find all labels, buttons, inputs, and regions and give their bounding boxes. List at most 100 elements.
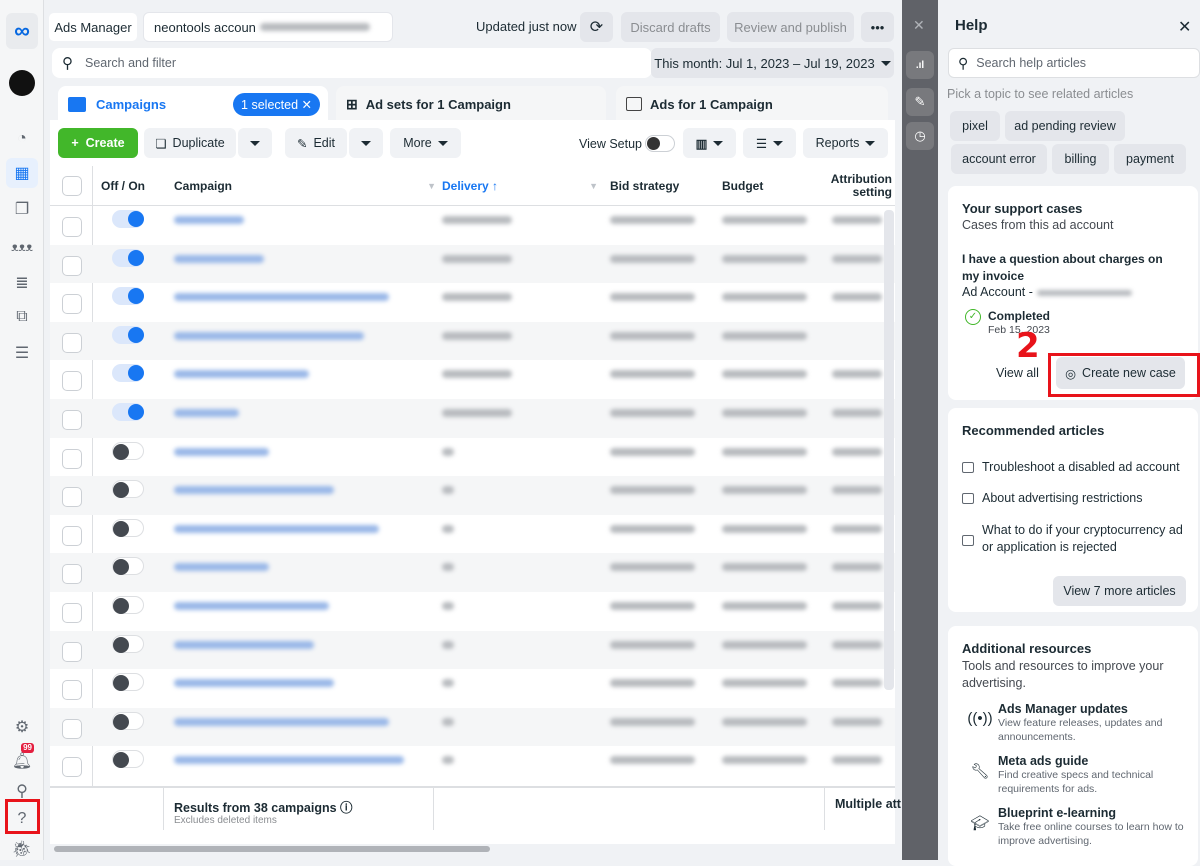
case-title[interactable]: I have a question about charges on my in… [962,251,1182,285]
clear-selection-icon[interactable]: ✕ [302,98,312,112]
more-options-button[interactable]: ••• [861,12,894,42]
duplicate-button[interactable]: ❏ Duplicate [144,128,236,158]
campaign-name-redacted[interactable] [174,216,244,224]
campaign-toggle[interactable] [112,364,144,383]
row-checkbox[interactable] [62,410,82,430]
article-link[interactable]: What to do if your cryptocurrency ad or … [962,522,1194,556]
row-checkbox[interactable] [62,487,82,508]
table-row[interactable] [50,707,895,747]
app-name-button[interactable]: Ads Manager [48,12,138,42]
row-checkbox[interactable] [62,718,82,739]
creative-hub-icon[interactable]: ⧉ [6,302,38,332]
col-off-on[interactable]: Off / On [101,166,145,206]
campaign-name-redacted[interactable] [174,756,404,765]
topic-chip[interactable]: ad pending review [1005,111,1125,141]
campaign-name-redacted[interactable] [174,254,264,263]
tab-campaigns[interactable]: Campaigns 1 selected ✕ [58,86,328,122]
topic-chip[interactable]: account error [951,144,1047,174]
col-attribution[interactable]: Attribution setting [831,166,892,206]
all-tools-menu-icon[interactable]: ☰ [6,338,38,368]
campaign-name-redacted[interactable] [174,640,314,649]
row-checkbox[interactable] [62,680,82,701]
view-all-link[interactable]: View all [996,366,1039,380]
breakdown-button[interactable]: ☰ [743,128,796,158]
table-row[interactable] [50,399,895,438]
campaign-toggle[interactable] [112,711,144,730]
search-filter-bar[interactable]: ⚲ Search and filter [52,48,652,78]
row-checkbox[interactable] [62,371,82,392]
table-row[interactable] [50,553,895,592]
reports-button[interactable]: Reports [803,128,888,158]
campaign-name-redacted[interactable] [174,524,379,533]
close-help-icon[interactable]: ✕ [1178,17,1191,37]
table-row[interactable] [50,438,895,477]
close-panel-icon[interactable]: ✕ [913,17,925,34]
select-all-checkbox[interactable] [62,176,82,196]
col-campaign[interactable]: Campaign ▼ [174,166,436,206]
table-row[interactable] [50,206,895,245]
table-row[interactable] [50,360,895,399]
campaign-toggle[interactable] [112,248,144,267]
campaign-name-redacted[interactable] [174,563,269,572]
table-row[interactable] [50,592,895,631]
selected-badge[interactable]: 1 selected ✕ [233,92,320,116]
col-delivery[interactable]: Delivery ↑ ▼ [442,166,598,206]
campaign-name-redacted[interactable] [174,602,329,610]
campaign-toggle[interactable] [112,480,144,499]
row-checkbox[interactable] [62,525,82,546]
discard-drafts-button[interactable]: Discard drafts [621,12,720,42]
campaign-name-redacted[interactable] [174,717,389,726]
notifications-bell-icon[interactable]: 🔔︎ 99 [6,743,38,776]
campaign-toggle[interactable] [112,634,144,653]
view-more-articles-button[interactable]: View 7 more articles [1053,576,1186,606]
ads-reporting-icon[interactable]: ❐ [6,194,38,224]
row-checkbox[interactable] [62,294,82,315]
table-row[interactable] [50,515,895,554]
overview-gauge-icon[interactable]: ◔ [6,124,38,154]
row-checkbox[interactable] [62,641,82,662]
review-publish-button[interactable]: Review and publish [727,12,854,42]
campaign-name-redacted[interactable] [174,331,364,340]
edit-button[interactable]: ✎ Edit [285,128,347,158]
table-row[interactable] [50,669,895,708]
campaign-toggle[interactable] [112,518,144,537]
topic-chip[interactable]: payment [1114,144,1186,174]
edit-pencil-icon[interactable]: ✎ [906,88,934,116]
audiences-icon[interactable]: ᴥᴥᴥ [6,232,38,262]
account-selector[interactable]: neontools accoun [143,12,393,42]
view-setup-toggle[interactable] [645,135,675,152]
campaign-name-redacted[interactable] [174,486,334,495]
topic-chip[interactable]: billing [1052,144,1109,174]
campaign-toggle[interactable] [112,596,144,614]
table-row[interactable] [50,476,895,515]
table-row[interactable] [50,746,895,785]
table-row[interactable] [50,244,895,284]
campaign-toggle[interactable] [112,673,144,692]
campaign-name-redacted[interactable] [174,447,269,456]
col-bid-strategy[interactable]: Bid strategy [610,166,679,206]
help-search-input[interactable]: ⚲ Search help articles [948,48,1200,78]
tab-adsets[interactable]: ⊞ Ad sets for 1 Campaign [336,86,606,122]
table-row[interactable] [50,283,895,322]
history-clock-icon[interactable]: ◷ [906,122,934,150]
row-checkbox[interactable] [62,603,82,623]
tab-ads[interactable]: Ads for 1 Campaign [616,86,888,122]
campaign-toggle[interactable] [112,287,144,306]
article-link[interactable]: About advertising restrictions [962,490,1143,507]
insights-chart-icon[interactable]: .ıl [906,51,934,79]
campaign-name-redacted[interactable] [174,679,334,688]
columns-button[interactable]: ▥ [683,128,736,158]
campaign-toggle[interactable] [112,750,144,769]
row-checkbox[interactable] [62,564,82,585]
resource-item[interactable]: 🎓︎ Blueprint e-learning Take free online c… [962,806,1198,848]
date-range-picker[interactable]: This month: Jul 1, 2023 – Jul 19, 2023 [651,48,894,78]
table-row[interactable] [50,321,895,361]
campaign-name-redacted[interactable] [174,370,309,379]
create-button[interactable]: + Create [58,128,138,158]
resource-item[interactable]: ((•)) Ads Manager updates View feature rel… [962,702,1198,744]
campaign-name-redacted[interactable] [174,409,239,417]
campaign-toggle[interactable] [112,403,144,421]
horizontal-scrollbar[interactable] [54,846,490,852]
edit-dropdown[interactable] [349,128,383,158]
campaign-toggle[interactable] [112,557,144,576]
